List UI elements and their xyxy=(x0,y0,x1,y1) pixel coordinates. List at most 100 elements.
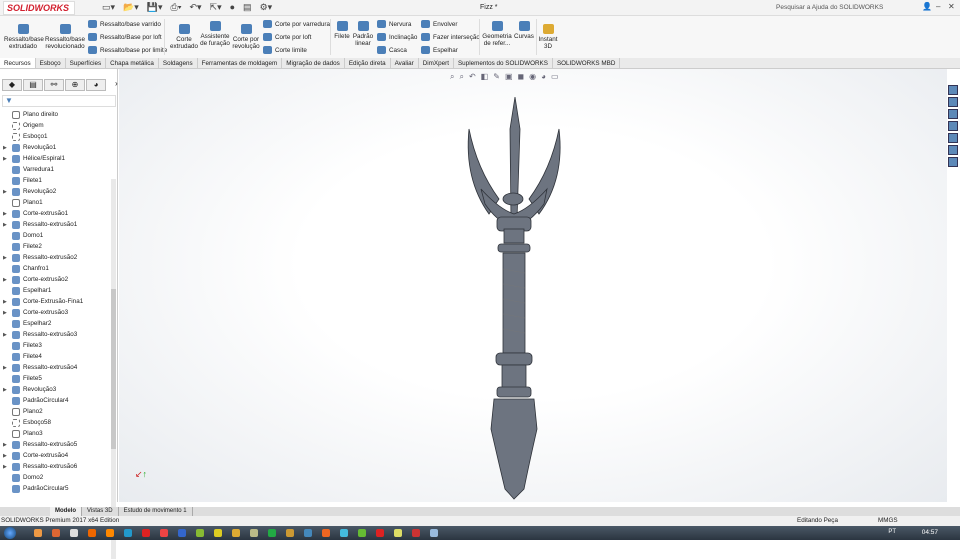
feature-tree-tab-icon[interactable]: ◆ xyxy=(2,79,22,91)
tree-item[interactable]: ▶ Ressalto-extrusão2 xyxy=(0,252,111,263)
revolved-boss-button[interactable]: Ressalto/base revolucionado xyxy=(44,24,86,50)
expand-arrow-icon[interactable]: ▶ xyxy=(3,156,7,162)
swept-boss-button[interactable]: Ressalto/base varrido xyxy=(88,20,161,28)
property-manager-tab-icon[interactable]: ▤ xyxy=(23,79,43,91)
clock[interactable]: 04:57 xyxy=(922,529,938,536)
chevron-right-icon[interactable]: › xyxy=(115,79,118,91)
start-button[interactable] xyxy=(4,527,16,539)
tab-2[interactable]: Superfícies xyxy=(66,58,107,68)
tree-item[interactable]: PadrãoCircular4 xyxy=(0,395,111,406)
tree-item[interactable]: Filete4 xyxy=(0,351,111,362)
undo-icon[interactable]: ↶▾ xyxy=(189,2,201,13)
taskbar-app-icon[interactable] xyxy=(430,529,438,537)
expand-arrow-icon[interactable]: ▶ xyxy=(3,365,7,371)
linear-pattern-button[interactable]: Padrão linear xyxy=(352,21,374,47)
tab-1[interactable]: Esboço xyxy=(36,58,66,68)
expand-arrow-icon[interactable]: ▶ xyxy=(3,299,7,305)
tree-item[interactable]: Filete3 xyxy=(0,340,111,351)
tree-item[interactable]: ▶ Revolução1 xyxy=(0,142,111,153)
taskbar-app-icon[interactable] xyxy=(142,529,150,537)
tab-0[interactable]: Recursos xyxy=(0,58,36,68)
draft-button[interactable]: Inclinação xyxy=(377,33,417,41)
swept-cut-button[interactable]: Corte por varredura xyxy=(263,20,330,28)
extruded-boss-button[interactable]: Ressalto/base extrudado xyxy=(4,24,44,50)
tree-item[interactable]: Varredura1 xyxy=(0,164,111,175)
tree-item[interactable]: PadrãoCircular5 xyxy=(0,483,111,494)
graphics-area[interactable]: ⌕ ⌕ ↶ ◧ ✎ ▣ ◼ ◉ ◕ ▭ ↙↑ xyxy=(119,69,958,502)
tree-item[interactable]: ▶ Revolução2 xyxy=(0,186,111,197)
appearances-icon[interactable] xyxy=(948,133,958,143)
intersect-button[interactable]: Fazer interseção xyxy=(421,33,480,41)
expand-arrow-icon[interactable]: ▶ xyxy=(3,277,7,283)
taskbar-app-icon[interactable] xyxy=(268,529,276,537)
tab-3d-views[interactable]: Vistas 3D xyxy=(82,507,119,516)
tab-7[interactable]: Edição direta xyxy=(345,58,391,68)
tree-item[interactable]: Filete1 xyxy=(0,175,111,186)
rib-button[interactable]: Nervura xyxy=(377,20,411,28)
trident-model[interactable] xyxy=(119,69,947,502)
save-icon[interactable]: 💾▾ xyxy=(147,2,163,13)
open-icon[interactable]: 📂▾ xyxy=(123,2,139,13)
revolved-cut-button[interactable]: Corte por revolução xyxy=(231,24,261,50)
tree-item[interactable]: ▶ Ressalto-extrusão4 xyxy=(0,362,111,373)
taskbar-app-icon[interactable] xyxy=(34,529,42,537)
help-search-input[interactable]: Pesquisar a Ajuda do SOLIDWORKS xyxy=(776,2,916,14)
taskbar-app-icon[interactable] xyxy=(322,529,330,537)
taskbar-app-icon[interactable] xyxy=(106,529,114,537)
tree-item[interactable]: ▶ Corte-extrusão1 xyxy=(0,208,111,219)
mirror-button[interactable]: Espelhar xyxy=(421,46,458,54)
tree-item[interactable]: Plano direito xyxy=(0,109,111,120)
taskbar-app-icon[interactable] xyxy=(250,529,258,537)
tree-item[interactable]: Esboço58 xyxy=(0,417,111,428)
tab-5[interactable]: Ferramentas de moldagem xyxy=(198,58,283,68)
expand-arrow-icon[interactable]: ▶ xyxy=(3,387,7,393)
tree-item[interactable]: ▶ Corte-extrusão2 xyxy=(0,274,111,285)
tab-motion-study[interactable]: Estudo de movimento 1 xyxy=(119,507,193,516)
language-indicator[interactable]: PT xyxy=(888,529,896,535)
lofted-cut-button[interactable]: Corte por loft xyxy=(263,33,311,41)
tree-scrollbar[interactable] xyxy=(111,179,116,559)
tree-item[interactable]: ▶ Corte-extrusão4 xyxy=(0,450,111,461)
home-icon[interactable] xyxy=(948,85,958,95)
units-selector[interactable]: MMGS xyxy=(878,516,898,526)
tree-item[interactable]: Espelhar1 xyxy=(0,285,111,296)
taskbar-app-icon[interactable] xyxy=(412,529,420,537)
fillet-button[interactable]: Filete xyxy=(333,21,351,40)
tree-item[interactable]: Esboço1 xyxy=(0,131,111,142)
rebuild-icon[interactable]: ● xyxy=(230,2,235,13)
taskbar-app-icon[interactable] xyxy=(88,529,96,537)
expand-arrow-icon[interactable]: ▶ xyxy=(3,145,7,151)
expand-arrow-icon[interactable]: ▶ xyxy=(3,310,7,316)
boundary-boss-button[interactable]: Ressalto/base por limite xyxy=(88,46,167,54)
lofted-boss-button[interactable]: Ressalto/Base por loft xyxy=(88,33,162,41)
shell-button[interactable]: Casca xyxy=(377,46,407,54)
boundary-cut-button[interactable]: Corte limite xyxy=(263,46,307,54)
wrap-button[interactable]: Envolver xyxy=(421,20,458,28)
tab-model[interactable]: Modelo xyxy=(50,507,82,516)
tab-10[interactable]: Suplementos do SOLIDWORKS xyxy=(454,58,553,68)
taskbar-app-icon[interactable] xyxy=(196,529,204,537)
user-icon[interactable]: 👤 xyxy=(922,2,932,11)
design-library-icon[interactable] xyxy=(948,109,958,119)
print-icon[interactable]: ⎙▾ xyxy=(171,2,182,13)
taskbar-app-icon[interactable] xyxy=(376,529,384,537)
expand-arrow-icon[interactable]: ▶ xyxy=(3,442,7,448)
tree-item[interactable]: Domo1 xyxy=(0,230,111,241)
tree-item[interactable]: ▶ Ressalto-extrusão6 xyxy=(0,461,111,472)
file-explorer-icon[interactable] xyxy=(948,121,958,131)
forum-icon[interactable] xyxy=(948,157,958,167)
tree-item[interactable]: ▶ Ressalto-extrusão1 xyxy=(0,219,111,230)
tree-item[interactable]: Origem xyxy=(0,120,111,131)
taskbar-app-icon[interactable] xyxy=(286,529,294,537)
file-properties-icon[interactable]: ▤ xyxy=(243,2,252,13)
select-icon[interactable]: ⇱▾ xyxy=(210,2,222,13)
taskbar-app-icon[interactable] xyxy=(70,529,78,537)
tree-item[interactable]: Plano1 xyxy=(0,197,111,208)
expand-arrow-icon[interactable]: ▶ xyxy=(3,332,7,338)
tab-8[interactable]: Avaliar xyxy=(391,58,419,68)
dimxpert-tab-icon[interactable]: ⊕ xyxy=(65,79,85,91)
expand-arrow-icon[interactable]: ▶ xyxy=(3,255,7,261)
taskbar-app-icon[interactable] xyxy=(232,529,240,537)
tree-item[interactable]: ▶ Corte-extrusão3 xyxy=(0,307,111,318)
tree-item[interactable]: Filete5 xyxy=(0,373,111,384)
